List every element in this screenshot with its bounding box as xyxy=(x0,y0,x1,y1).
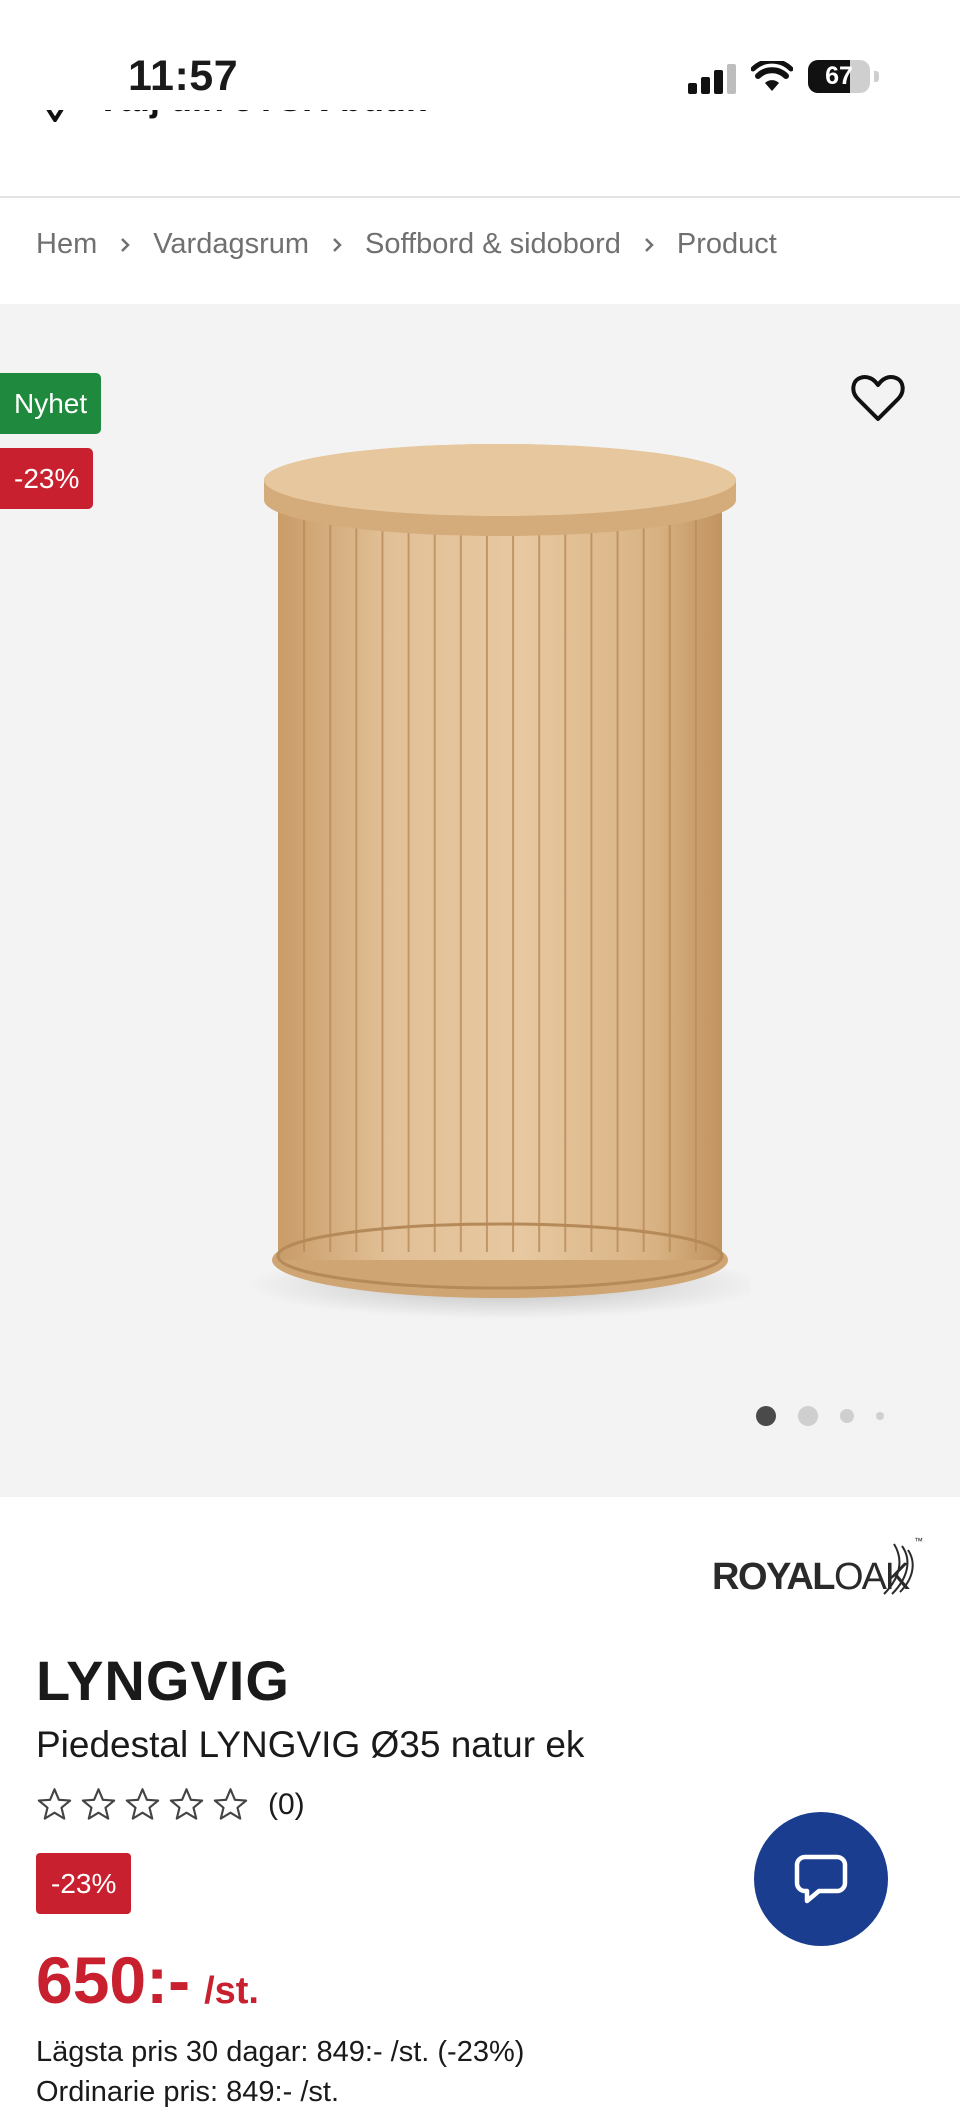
header-divider xyxy=(0,196,960,198)
star-outline-icon xyxy=(125,1788,160,1820)
product-rating[interactable]: (0) xyxy=(36,1787,305,1822)
price-unit: /st. xyxy=(204,1970,259,2012)
wifi-icon xyxy=(751,61,793,91)
star-outline-icon xyxy=(213,1788,248,1820)
chevron-right-icon xyxy=(119,236,131,254)
gallery-dot[interactable] xyxy=(798,1406,818,1426)
price-amount: 650:- xyxy=(36,1943,191,2017)
product-title: LYNGVIG xyxy=(36,1649,290,1712)
chat-bubble-icon xyxy=(794,1854,848,1904)
gallery-dot[interactable] xyxy=(840,1409,854,1423)
breadcrumb: Hem Vardagsrum Soffbord & sidobord Produ… xyxy=(36,228,777,261)
gallery-dot[interactable] xyxy=(876,1412,884,1420)
store-selector-label: Välj din JYSK-butik xyxy=(96,110,426,120)
star-outline-icon xyxy=(169,1788,204,1820)
breadcrumb-item-current: Product xyxy=(676,228,777,260)
chevron-right-icon xyxy=(643,236,655,254)
gallery-dot[interactable] xyxy=(756,1406,776,1426)
star-outline-icon xyxy=(81,1788,116,1820)
location-pin-icon xyxy=(46,110,64,122)
battery-icon: 67 xyxy=(808,60,879,93)
star-outline-icon xyxy=(37,1788,72,1820)
discount-badge: -23% xyxy=(0,448,94,509)
brand-strong: ROYAL xyxy=(712,1556,836,1598)
store-selector[interactable]: Välj din JYSK-butik xyxy=(0,110,960,196)
lowest-price-text: Lägsta pris 30 dagar: 849:- /st. (-23%) xyxy=(36,2036,525,2068)
breadcrumb-item-vardagsrum[interactable]: Vardagsrum xyxy=(153,228,309,261)
discount-label: -23% xyxy=(36,1853,132,1914)
breadcrumb-item-home[interactable]: Hem xyxy=(36,228,97,261)
cellular-signal-icon xyxy=(688,64,736,94)
rating-count: (0) xyxy=(268,1787,305,1821)
ordinary-price-text: Ordinarie pris: 849:- /st. xyxy=(36,2076,339,2108)
chat-button[interactable] xyxy=(754,1812,888,1946)
new-badge: Nyhet xyxy=(0,373,102,434)
gallery-pagination[interactable] xyxy=(756,1406,884,1426)
product-description: Piedestal LYNGVIG Ø35 natur ek xyxy=(36,1724,585,1765)
heart-icon[interactable] xyxy=(850,372,906,424)
product-image xyxy=(250,444,750,1319)
brand-trademark: ™ xyxy=(914,1536,923,1546)
breadcrumb-item-soffbord[interactable]: Soffbord & sidobord xyxy=(365,228,621,261)
chevron-right-icon xyxy=(331,236,343,254)
battery-level: 67 xyxy=(825,62,853,90)
brand-swoosh-icon xyxy=(883,1543,914,1595)
status-time: 11:57 xyxy=(128,52,239,100)
product-price: 650:- /st. xyxy=(36,1942,259,2018)
